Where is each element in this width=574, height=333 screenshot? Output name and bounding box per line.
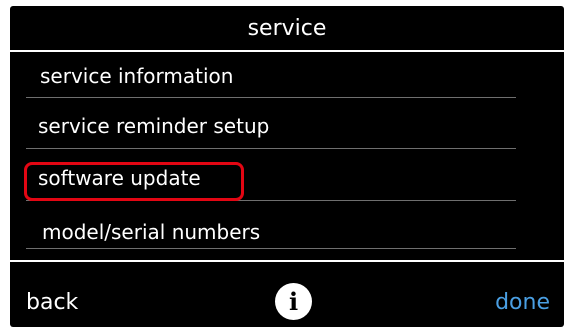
page-title: service xyxy=(247,16,327,41)
menu-item-label: service information xyxy=(40,64,234,88)
menu-item-service-information[interactable]: service information xyxy=(10,52,564,98)
thermostat-device: service service information service remi… xyxy=(0,0,574,333)
menu-divider xyxy=(26,248,516,249)
menu-item-label: model/serial numbers xyxy=(42,220,261,244)
info-button[interactable]: i xyxy=(275,283,312,320)
footer-divider xyxy=(10,260,564,262)
highlight-outline xyxy=(24,162,244,201)
menu-item-label: service reminder setup xyxy=(38,114,270,138)
menu-item-model-serial-numbers[interactable]: model/serial numbers xyxy=(10,202,564,249)
done-button[interactable]: done xyxy=(495,290,550,315)
screen: service service information service remi… xyxy=(10,6,564,327)
menu-item-service-reminder-setup[interactable]: service reminder setup xyxy=(10,102,564,149)
info-icon: i xyxy=(288,287,299,316)
title-bar: service xyxy=(10,6,564,52)
menu-divider xyxy=(26,97,516,98)
menu-divider xyxy=(26,148,516,149)
back-button[interactable]: back xyxy=(26,290,78,315)
